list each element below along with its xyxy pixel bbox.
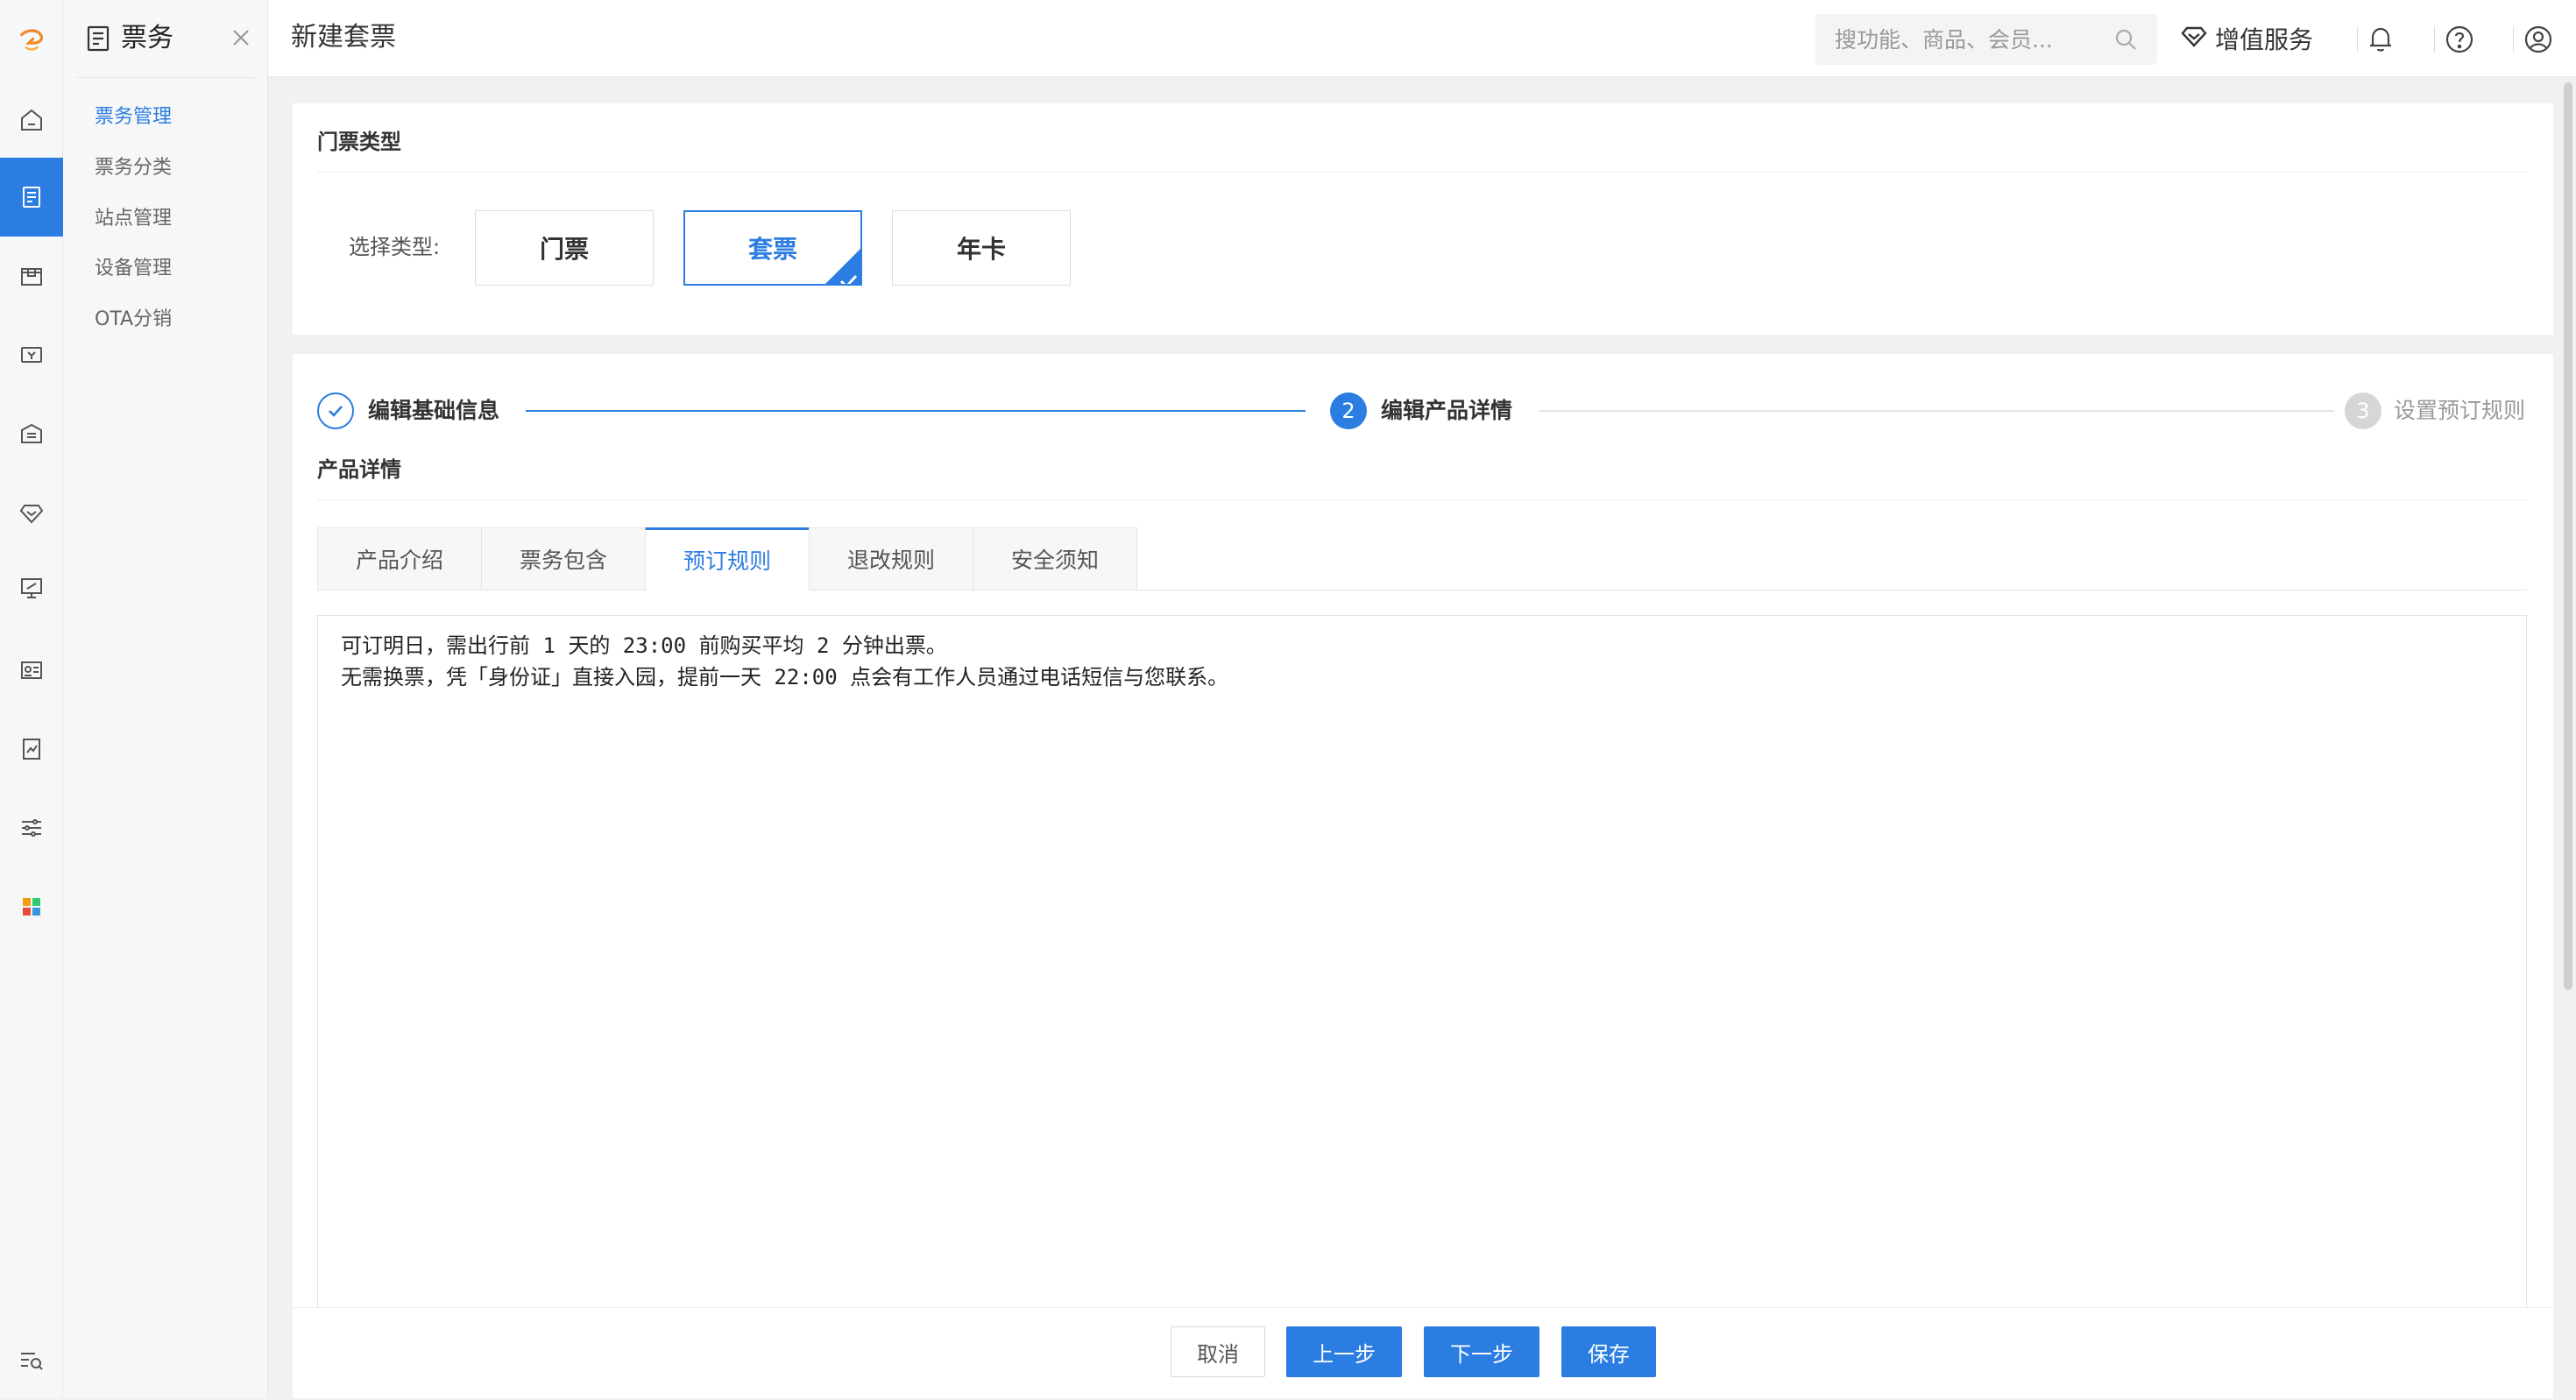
- tab-label: 票务包含: [519, 548, 607, 573]
- divider: [2513, 26, 2514, 53]
- divider: [317, 499, 2527, 500]
- sidebar-item-ota[interactable]: OTA分销: [95, 307, 172, 333]
- previous-step-button[interactable]: 上一步: [1286, 1326, 1402, 1377]
- divider: [2357, 26, 2358, 53]
- divider: [2434, 26, 2435, 53]
- tab-refund-rules[interactable]: 退改规则: [809, 527, 973, 590]
- sidebar-item-ticket-category[interactable]: 票务分类: [95, 155, 172, 181]
- tab-label: 退改规则: [846, 548, 935, 573]
- tab-label: 预订规则: [683, 548, 771, 574]
- step-connector-pending: [1539, 410, 2334, 412]
- step-3-label: 设置预订规则: [2394, 398, 2526, 423]
- sidebar-item-device-management[interactable]: 设备管理: [95, 256, 172, 282]
- sub-menu: 票务 票务管理 票务分类 站点管理 设备管理 OTA分销: [63, 0, 268, 1398]
- sub-menu-title: 票务: [121, 23, 173, 53]
- shop-icon[interactable]: [0, 237, 63, 315]
- close-icon[interactable]: [226, 23, 256, 53]
- editor-line: 无需换票，凭「身份证」直接入园，提前一天 22:00 点会有工作人员通过电话短信…: [341, 665, 1229, 689]
- step-2-current-indicator: 2: [1330, 392, 1367, 429]
- product-detail-section-title: 产品详情: [317, 457, 401, 482]
- check-icon: [839, 266, 858, 284]
- page-scrollbar[interactable]: [2564, 82, 2572, 990]
- tab-product-intro[interactable]: 产品介绍: [317, 527, 482, 590]
- cancel-button[interactable]: 取消: [1171, 1326, 1265, 1377]
- divider: [77, 77, 254, 78]
- ticket-icon: [86, 25, 112, 53]
- hotel-icon[interactable]: [0, 394, 63, 473]
- step-1-label: 编辑基础信息: [368, 398, 500, 423]
- type-option-package-ticket[interactable]: 套票: [683, 210, 862, 286]
- value-added-services-label: 增值服务: [2215, 25, 2314, 54]
- global-search: [1815, 14, 2157, 65]
- booking-rules-editor[interactable]: 可订明日，需出行前 1 天的 23:00 前购买平均 2 分钟出票。 无需换票，…: [317, 615, 2527, 1314]
- tab-ticket-includes[interactable]: 票务包含: [481, 527, 646, 590]
- bell-icon[interactable]: [2364, 23, 2397, 56]
- help-icon[interactable]: [2443, 23, 2476, 56]
- tab-label: 安全须知: [1010, 548, 1099, 573]
- search-icon[interactable]: [2113, 27, 2138, 52]
- type-option-annual-card[interactable]: 年卡: [892, 210, 1071, 286]
- settings-sliders-icon[interactable]: [0, 788, 63, 867]
- divider: [317, 172, 2527, 173]
- apps-grid-icon[interactable]: [0, 867, 63, 946]
- sidebar-item-ticket-management[interactable]: 票务管理: [95, 104, 172, 131]
- tab-label: 产品介绍: [355, 548, 443, 573]
- type-option-ticket[interactable]: 门票: [475, 210, 654, 286]
- diamond-icon[interactable]: [0, 473, 63, 552]
- nav-rail: [0, 0, 63, 1398]
- monitor-icon[interactable]: [0, 548, 63, 627]
- report-icon[interactable]: [0, 710, 63, 788]
- step-connector-done: [526, 410, 1306, 412]
- top-bar: 新建套票 增值服务: [268, 0, 2576, 77]
- value-added-services-button[interactable]: 增值服务: [2180, 19, 2313, 58]
- sub-menu-header: 票务: [63, 0, 268, 77]
- step-3-pending-indicator: 3: [2345, 392, 2381, 429]
- next-step-button[interactable]: 下一步: [1424, 1326, 1539, 1377]
- search-list-icon[interactable]: [0, 1321, 63, 1400]
- type-option-label: 套票: [747, 235, 797, 264]
- ticket-icon[interactable]: [0, 158, 63, 237]
- step-2-label: 编辑产品详情: [1381, 398, 1513, 423]
- footer-action-bar: [293, 1307, 2553, 1398]
- user-avatar-icon[interactable]: [2522, 23, 2555, 56]
- money-icon[interactable]: [0, 315, 63, 394]
- step-1-done-indicator: [317, 392, 354, 429]
- type-option-label: 门票: [539, 235, 589, 264]
- sidebar-item-site-management[interactable]: 站点管理: [95, 206, 172, 232]
- ticket-type-section-title: 门票类型: [317, 130, 401, 154]
- tab-booking-rules[interactable]: 预订规则: [645, 527, 810, 590]
- save-button[interactable]: 保存: [1561, 1326, 1656, 1377]
- id-card-icon[interactable]: [0, 631, 63, 710]
- editor-line: 可订明日，需出行前 1 天的 23:00 前购买平均 2 分钟出票。: [341, 633, 947, 658]
- type-option-label: 年卡: [956, 235, 1006, 264]
- home-icon[interactable]: [0, 81, 63, 159]
- check-icon: [329, 406, 343, 417]
- page-title: 新建套票: [291, 22, 396, 53]
- search-input[interactable]: [1815, 14, 2105, 65]
- diamond-icon: [2180, 22, 2208, 56]
- tab-safety-notice[interactable]: 安全须知: [973, 527, 1137, 590]
- brand-logo-icon[interactable]: [0, 12, 63, 68]
- ticket-type-label: 选择类型:: [349, 235, 441, 259]
